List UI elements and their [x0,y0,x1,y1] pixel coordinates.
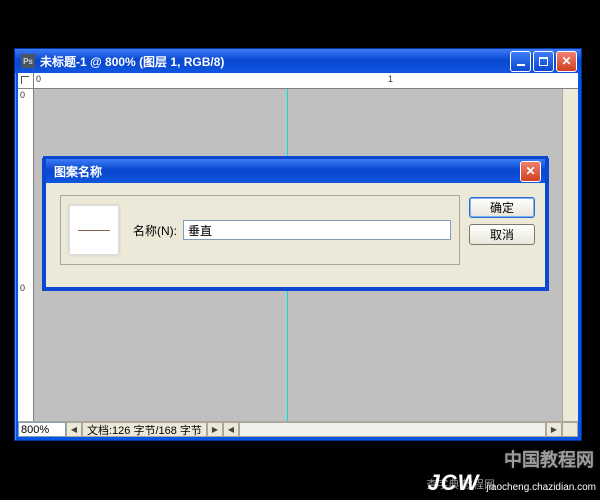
app-icon: Ps [21,54,35,68]
info-menu-button[interactable]: ▶ [207,422,223,437]
zoom-input[interactable]: 800% [18,422,66,437]
ok-button[interactable]: 确定 [469,197,535,218]
ruler-horizontal[interactable]: 0 1 [34,73,578,89]
ruler-origin[interactable] [18,73,34,89]
minimize-button[interactable] [510,51,531,72]
doc-info: 文档:126 字节/168 字节 [82,422,207,437]
ruler-vertical[interactable]: 0 0 [18,89,34,421]
ruler-mark: 1 [388,74,393,84]
ruler-mark: 0 [36,74,41,84]
pattern-preview [69,205,119,255]
watermark-brand: JCW jiaocheng.chazidian.com [427,470,596,496]
scroll-right-button[interactable]: ▶ [546,422,562,437]
pattern-name-dialog: 图案名称 ✕ 名称(N): 确定 取消 [43,159,548,290]
window-title: 未标题-1 @ 800% (图层 1, RGB/8) [40,53,510,70]
cancel-button[interactable]: 取消 [469,224,535,245]
scrollbar-vertical[interactable] [562,89,578,421]
titlebar: Ps 未标题-1 @ 800% (图层 1, RGB/8) ✕ [15,49,581,73]
resize-grip[interactable] [562,422,578,437]
close-button[interactable]: ✕ [556,51,577,72]
scrollbar-horizontal[interactable] [239,422,546,437]
dialog-titlebar: 图案名称 ✕ [43,156,548,183]
dialog-content: 名称(N): [60,195,460,265]
scroll-left-button[interactable]: ◀ [66,422,82,437]
scroll-left2-button[interactable]: ◀ [223,422,239,437]
ruler-mark: 0 [20,90,25,100]
name-input[interactable] [183,220,451,240]
name-label: 名称(N): [133,222,177,239]
status-bar: 800% ◀ 文档:126 字节/168 字节 ▶ ◀ ▶ [18,421,578,437]
dialog-title: 图案名称 [54,163,520,180]
dialog-close-button[interactable]: ✕ [520,161,541,182]
watermark-text: 中国教程网 [504,446,594,472]
ruler-mark: 0 [20,283,25,293]
maximize-button[interactable] [533,51,554,72]
